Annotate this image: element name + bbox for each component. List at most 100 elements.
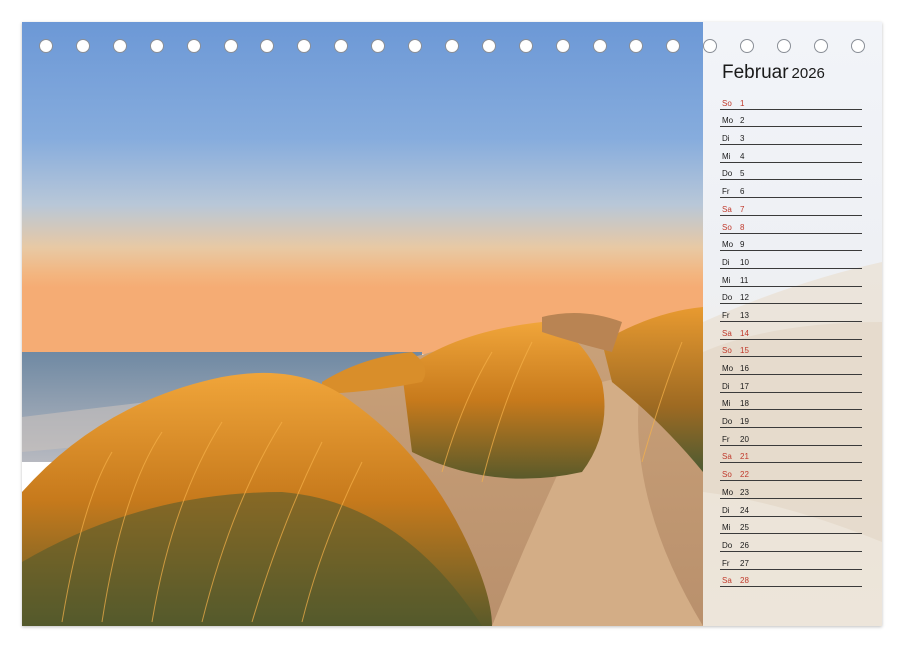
weekday-label: Di	[722, 505, 730, 515]
day-row: Mo 23	[720, 481, 862, 499]
day-number: 15	[740, 346, 749, 356]
day-number: 13	[740, 310, 749, 320]
binding-ring	[112, 39, 127, 53]
weekday-label: Do	[722, 169, 733, 179]
day-row: So 8	[720, 216, 862, 234]
binding-ring	[260, 39, 275, 53]
binding-ring	[703, 39, 718, 53]
binding-ring	[39, 39, 53, 53]
day-row: Fr 27	[720, 552, 862, 570]
binding-ring	[371, 39, 386, 53]
day-number: 12	[740, 293, 749, 303]
day-number: 17	[740, 381, 749, 391]
binding-ring	[75, 39, 90, 53]
day-row: Sa 28	[720, 570, 862, 588]
month-name: Februar	[722, 62, 789, 83]
day-row: Fr 13	[720, 304, 862, 322]
binding-ring	[592, 39, 607, 53]
day-number: 5	[740, 169, 745, 179]
day-number: 16	[740, 364, 749, 373]
weekday-label: Fr	[722, 558, 730, 568]
day-row: Sa 7	[720, 198, 862, 216]
day-number: 3	[740, 134, 745, 144]
day-row: Di 10	[720, 251, 862, 269]
binding-ring	[777, 39, 791, 53]
weekday-label: Mi	[722, 275, 731, 285]
day-number: 24	[740, 505, 749, 515]
day-row: Do 19	[720, 410, 862, 429]
weekday-label: So	[722, 98, 732, 108]
day-row: Mi 18	[720, 393, 862, 411]
day-row: Mo 16	[720, 357, 862, 375]
day-row: So 22	[720, 463, 862, 482]
weekday-label: Sa	[722, 452, 732, 462]
weekday-label: Sa	[722, 204, 732, 214]
weekday-label: So	[722, 222, 732, 232]
day-number: 26	[740, 540, 749, 550]
day-row: Mi 11	[720, 269, 862, 287]
day-row: Do 26	[720, 534, 862, 552]
day-number: 9	[740, 240, 745, 250]
day-row: Di 17	[720, 375, 862, 393]
weekday-label: So	[722, 470, 732, 480]
weekday-label: Fr	[722, 310, 730, 320]
weekday-label: Sa	[722, 576, 732, 586]
weekday-label: Do	[722, 293, 733, 303]
weekday-label: Fr	[722, 434, 730, 444]
day-number: 21	[740, 452, 749, 462]
calendar-page: Februar 2026 So 1 Mo 2 Di 3 Mi 4 Do 5 Fr 6 Sa 7 So 8 Mo 9 D…	[22, 22, 882, 626]
day-row: Di 24	[720, 499, 862, 517]
binding-ring	[555, 39, 570, 53]
weekday-label: Do	[722, 540, 733, 550]
day-row: Sa 21	[720, 446, 862, 464]
binding-ring	[518, 39, 533, 53]
day-number: 20	[740, 434, 749, 444]
weekday-label: Di	[722, 257, 730, 267]
day-row: Sa 14	[720, 322, 862, 340]
day-number: 6	[740, 187, 745, 197]
day-number: 27	[740, 558, 749, 568]
day-number: 10	[740, 257, 749, 267]
day-row: Mi 4	[720, 145, 862, 163]
weekday-label: Mo	[722, 487, 734, 497]
day-row: Mo 2	[720, 110, 862, 128]
weekday-label: Sa	[722, 328, 732, 338]
weekday-label: Mi	[722, 151, 731, 161]
binding-ring	[629, 39, 644, 53]
day-number: 18	[740, 399, 749, 409]
day-row: Mo 9	[720, 234, 862, 252]
weekday-label: Di	[722, 134, 730, 144]
binding-ring	[850, 39, 865, 53]
binding-ring	[149, 39, 164, 53]
day-row: Di 3	[720, 127, 862, 146]
binding-ring	[334, 39, 349, 53]
day-row: Do 12	[720, 287, 862, 305]
weekday-label: Do	[722, 417, 733, 427]
binding-ring	[186, 39, 201, 53]
day-row: So 15	[720, 340, 862, 358]
day-row: Mi 25	[720, 517, 862, 535]
weekday-label: Mo	[722, 116, 734, 126]
binding-ring	[740, 39, 755, 53]
day-row: So 1	[720, 92, 862, 110]
binding-ring	[813, 39, 828, 53]
day-number: 2	[740, 116, 745, 126]
weekday-label: So	[722, 346, 732, 356]
dune-sunset-photo	[22, 22, 703, 626]
day-number: 4	[740, 151, 745, 161]
day-number: 28	[740, 576, 749, 586]
weekday-label: Mo	[722, 240, 734, 250]
binding-ring	[408, 39, 422, 53]
binding-ring	[666, 39, 681, 53]
binding-ring	[444, 39, 459, 53]
day-number: 8	[740, 222, 745, 232]
weekday-label: Mi	[722, 399, 731, 409]
day-number: 1	[740, 98, 745, 108]
day-number: 25	[740, 523, 749, 533]
day-list: So 1 Mo 2 Di 3 Mi 4 Do 5 Fr 6 Sa 7 So 8 Mo 9 Di 10 Mi 11 Do 12 F…	[720, 92, 862, 588]
weekday-label: Mo	[722, 364, 734, 373]
weekday-label: Di	[722, 381, 730, 391]
day-number: 7	[740, 204, 745, 214]
day-row: Fr 6	[720, 180, 862, 199]
day-number: 11	[740, 275, 749, 285]
